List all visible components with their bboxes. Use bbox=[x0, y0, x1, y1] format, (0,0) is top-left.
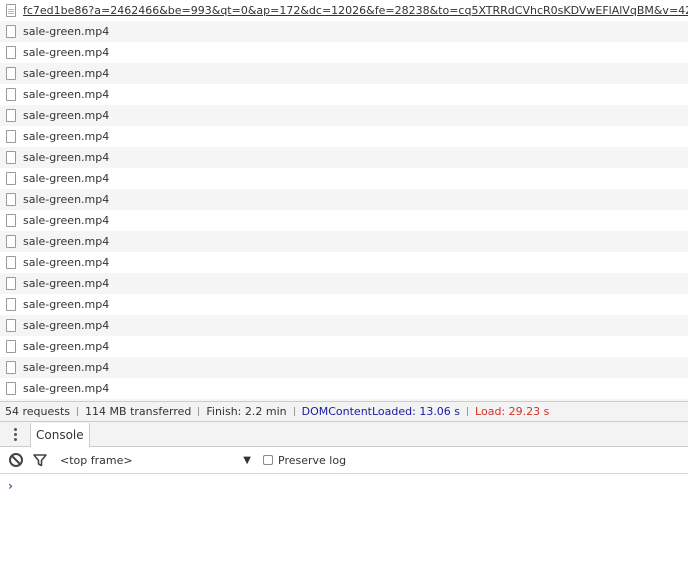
finish-time: Finish: 2.2 min bbox=[206, 405, 287, 418]
network-request-row[interactable]: sale-green.mp4 bbox=[0, 63, 688, 84]
request-name: sale-green.mp4 bbox=[23, 256, 110, 269]
network-request-row[interactable]: sale-green.mp4 bbox=[0, 21, 688, 42]
request-name: sale-green.mp4 bbox=[23, 130, 110, 143]
request-name: sale-green.mp4 bbox=[23, 235, 110, 248]
file-icon bbox=[6, 361, 16, 374]
request-count: 54 requests bbox=[5, 405, 71, 418]
file-icon bbox=[6, 46, 16, 59]
network-status-bar: 54 requests 114 MB transferred Finish: 2… bbox=[0, 401, 688, 421]
network-request-row[interactable]: sale-green.mp4 bbox=[0, 168, 688, 189]
request-name: fc7ed1be86?a=2462466&be=993&qt=0&ap=172&… bbox=[23, 4, 688, 17]
file-icon bbox=[6, 319, 16, 332]
file-icon bbox=[6, 256, 16, 269]
dropdown-arrow-icon: ▼ bbox=[243, 454, 251, 466]
file-icon bbox=[6, 67, 16, 80]
filter-icon[interactable] bbox=[28, 447, 52, 473]
request-name: sale-green.mp4 bbox=[23, 151, 110, 164]
request-name: sale-green.mp4 bbox=[23, 361, 110, 374]
request-name: sale-green.mp4 bbox=[23, 319, 110, 332]
network-request-row[interactable]: sale-green.mp4 bbox=[0, 231, 688, 252]
file-icon bbox=[6, 214, 16, 227]
network-request-row[interactable]: sale-green.mp4 bbox=[0, 252, 688, 273]
network-request-row[interactable]: sale-green.mp4 bbox=[0, 105, 688, 126]
separator bbox=[198, 407, 200, 416]
file-icon bbox=[6, 298, 16, 311]
console-prompt-icon: › bbox=[8, 479, 13, 493]
network-request-row[interactable]: sale-green.mp4 bbox=[0, 357, 688, 378]
tab-console-label: Console bbox=[36, 427, 84, 442]
request-name: sale-green.mp4 bbox=[23, 382, 110, 395]
dom-content-loaded-time: DOMContentLoaded: 13.06 s bbox=[301, 405, 461, 418]
request-name: sale-green.mp4 bbox=[23, 46, 110, 59]
network-request-row[interactable]: sale-green.mp4 bbox=[0, 336, 688, 357]
file-icon bbox=[6, 151, 16, 164]
separator bbox=[467, 407, 469, 416]
network-request-row[interactable]: sale-green.mp4 bbox=[0, 189, 688, 210]
preserve-log-label[interactable]: Preserve log bbox=[278, 454, 346, 467]
frame-select-dropdown[interactable]: <top frame> ▼ bbox=[60, 454, 255, 467]
clear-console-icon[interactable] bbox=[4, 447, 28, 473]
network-request-list: fc7ed1be86?a=2462466&be=993&qt=0&ap=172&… bbox=[0, 0, 688, 401]
request-name: sale-green.mp4 bbox=[23, 109, 110, 122]
request-name: sale-green.mp4 bbox=[23, 340, 110, 353]
request-name: sale-green.mp4 bbox=[23, 67, 110, 80]
file-icon bbox=[6, 109, 16, 122]
network-request-row[interactable]: sale-green.mp4 bbox=[0, 315, 688, 336]
file-icon bbox=[6, 340, 16, 353]
frame-select-value: <top frame> bbox=[60, 453, 133, 467]
file-icon bbox=[6, 277, 16, 290]
file-icon bbox=[6, 172, 16, 185]
network-request-row[interactable]: sale-green.mp4 bbox=[0, 42, 688, 63]
request-name: sale-green.mp4 bbox=[23, 277, 110, 290]
file-icon bbox=[6, 193, 16, 206]
network-request-row[interactable]: sale-green.mp4 bbox=[0, 210, 688, 231]
document-icon bbox=[6, 4, 16, 17]
request-name: sale-green.mp4 bbox=[23, 214, 110, 227]
console-toolbar: <top frame> ▼ Preserve log bbox=[0, 447, 688, 474]
kebab-menu-icon[interactable] bbox=[0, 421, 30, 447]
drawer-tab-bar: Console bbox=[0, 421, 688, 447]
load-time: Load: 29.23 s bbox=[475, 405, 550, 418]
file-icon bbox=[6, 130, 16, 143]
separator bbox=[293, 407, 295, 416]
request-name: sale-green.mp4 bbox=[23, 88, 110, 101]
separator bbox=[77, 407, 79, 416]
request-name: sale-green.mp4 bbox=[23, 298, 110, 311]
network-request-row[interactable]: sale-green.mp4 bbox=[0, 84, 688, 105]
transferred-size: 114 MB transferred bbox=[85, 405, 192, 418]
file-icon bbox=[6, 235, 16, 248]
file-icon bbox=[6, 25, 16, 38]
tab-console[interactable]: Console bbox=[30, 422, 90, 447]
file-icon bbox=[6, 382, 16, 395]
request-name: sale-green.mp4 bbox=[23, 193, 110, 206]
network-request-row[interactable]: sale-green.mp4 bbox=[0, 294, 688, 315]
file-icon bbox=[6, 88, 16, 101]
network-request-row[interactable]: sale-green.mp4 bbox=[0, 126, 688, 147]
request-name: sale-green.mp4 bbox=[23, 172, 110, 185]
console-output[interactable]: › bbox=[0, 474, 688, 585]
preserve-log-checkbox[interactable] bbox=[263, 455, 273, 465]
network-request-row[interactable]: sale-green.mp4 bbox=[0, 378, 688, 399]
network-request-row[interactable]: sale-green.mp4 bbox=[0, 273, 688, 294]
network-request-row[interactable]: sale-green.mp4 bbox=[0, 147, 688, 168]
network-request-row[interactable]: fc7ed1be86?a=2462466&be=993&qt=0&ap=172&… bbox=[0, 0, 688, 21]
request-name: sale-green.mp4 bbox=[23, 25, 110, 38]
